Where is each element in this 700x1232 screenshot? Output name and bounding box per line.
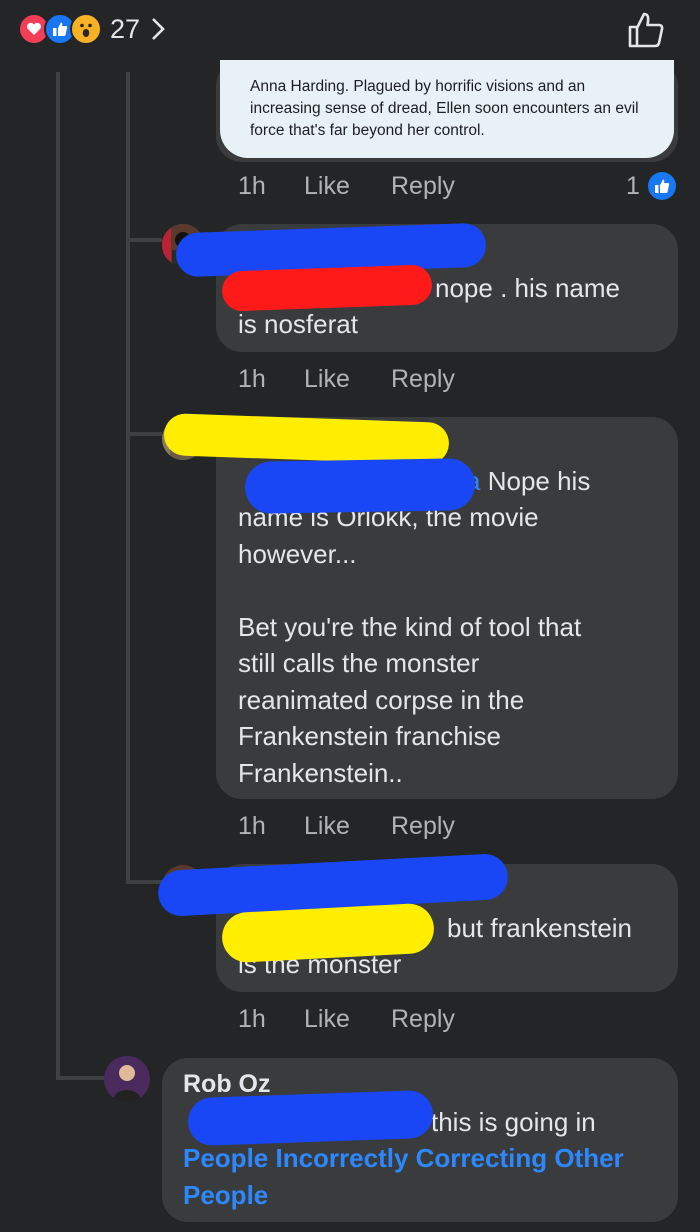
comment-text-line: however... xyxy=(238,538,357,569)
preview-text-line: Anna Harding. Plagued by horrific vision… xyxy=(250,78,586,95)
avatar[interactable] xyxy=(104,1056,150,1102)
redaction-scribble xyxy=(163,413,450,465)
comment-text-span: this is going in xyxy=(431,1107,596,1137)
thread-line xyxy=(126,880,162,884)
comment-author[interactable]: Rob Oz xyxy=(183,1070,271,1099)
like-count: 1 xyxy=(626,172,640,200)
comment-link-block: People Incorrectly Correcting Other Peop… xyxy=(183,1140,673,1213)
like-button[interactable]: Like xyxy=(304,365,350,394)
comment-text: is nosferat xyxy=(238,309,358,339)
thread-line xyxy=(126,432,162,436)
comment-text-span: but frankenstein xyxy=(447,913,633,943)
comment-actions: 1h Like Reply xyxy=(238,365,678,395)
like-count-icon xyxy=(648,172,676,200)
link-preview-card[interactable]: Anna Harding. Plagued by horrific vision… xyxy=(220,60,674,158)
like-icon[interactable] xyxy=(626,10,666,50)
reactions-summary[interactable]: 27 xyxy=(18,12,166,46)
reply-button[interactable]: Reply xyxy=(391,365,455,394)
thread-line xyxy=(56,72,60,1080)
preview-text-line: increasing sense of dread, Ellen soon en… xyxy=(250,100,639,117)
comment-text: nope . his name xyxy=(435,270,620,307)
comment-text-line: Bet you're the kind of tool that xyxy=(238,611,582,642)
comment-time: 1h xyxy=(238,1005,266,1033)
reply-button[interactable]: Reply xyxy=(391,172,455,201)
comment-time: 1h xyxy=(238,172,266,200)
comment-text-line: still calls the monster xyxy=(238,648,480,678)
mention-link[interactable]: People Incorrectly Correcting Other xyxy=(183,1140,673,1177)
chevron-right-icon xyxy=(152,18,165,40)
like-button[interactable]: Like xyxy=(304,1005,350,1034)
preview-text-line: force that's far beyond her control. xyxy=(250,122,485,139)
comment-time: 1h xyxy=(238,365,266,393)
comment-text-line xyxy=(238,572,668,609)
comment-text-line: Frankenstein franchise xyxy=(238,721,502,751)
redaction-scribble xyxy=(221,264,433,312)
comment-text: a Nope his xyxy=(466,463,590,500)
comment-actions: 1h Like Reply 1 xyxy=(238,172,678,202)
reply-button[interactable]: Reply xyxy=(391,812,455,841)
comment-text: but frankenstein xyxy=(447,910,632,947)
reaction-count: 27 xyxy=(110,13,141,44)
comment-text-line: reanimated corpse in the xyxy=(238,684,525,715)
thread-line xyxy=(126,72,130,884)
comment-text-span: nope . his name xyxy=(435,273,621,303)
thread-line xyxy=(56,1076,104,1080)
redaction-scribble xyxy=(244,457,476,515)
comment-text-line: Frankenstein.. xyxy=(238,757,403,788)
like-button[interactable]: Like xyxy=(304,812,350,841)
comment-time: 1h xyxy=(238,812,266,840)
comment-actions: 1h Like Reply xyxy=(238,812,678,842)
comment-text: this is going in xyxy=(431,1104,596,1141)
wow-reaction-icon xyxy=(70,13,102,45)
like-button[interactable]: Like xyxy=(304,172,350,201)
comment-actions: 1h Like Reply xyxy=(238,1005,678,1035)
redaction-scribble xyxy=(187,1089,434,1147)
mention-link[interactable]: People xyxy=(183,1177,673,1214)
thread-line xyxy=(126,238,162,242)
comment-text-block: name is Orlokk, the movie however... Bet… xyxy=(238,499,668,791)
reply-button[interactable]: Reply xyxy=(391,1005,455,1034)
comment-text-span: Nope his xyxy=(487,466,591,496)
comment-bubble: Anna Harding. Plagued by horrific vision… xyxy=(216,60,678,162)
